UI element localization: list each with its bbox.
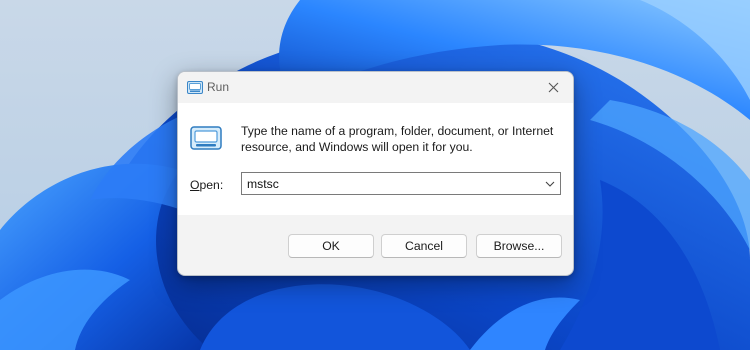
open-input[interactable]: mstsc [247,177,279,191]
browse-button[interactable]: Browse... [476,234,562,258]
dialog-content: Type the name of a program, folder, docu… [178,103,573,215]
dialog-title: Run [207,80,230,94]
cancel-button[interactable]: Cancel [381,234,467,258]
run-dialog: Run Type the name of a program, folder, … [177,71,574,276]
open-label: Open: [190,178,223,192]
close-button[interactable] [533,72,573,102]
open-label-text: pen: [199,178,224,192]
title-bar[interactable]: Run [178,72,573,103]
chevron-down-icon[interactable] [544,178,556,190]
dialog-description: Type the name of a program, folder, docu… [241,124,554,154]
run-icon [190,126,222,150]
close-icon [548,82,558,92]
ok-button[interactable]: OK [288,234,374,258]
open-combobox[interactable]: mstsc [241,172,561,195]
run-icon [187,81,203,94]
